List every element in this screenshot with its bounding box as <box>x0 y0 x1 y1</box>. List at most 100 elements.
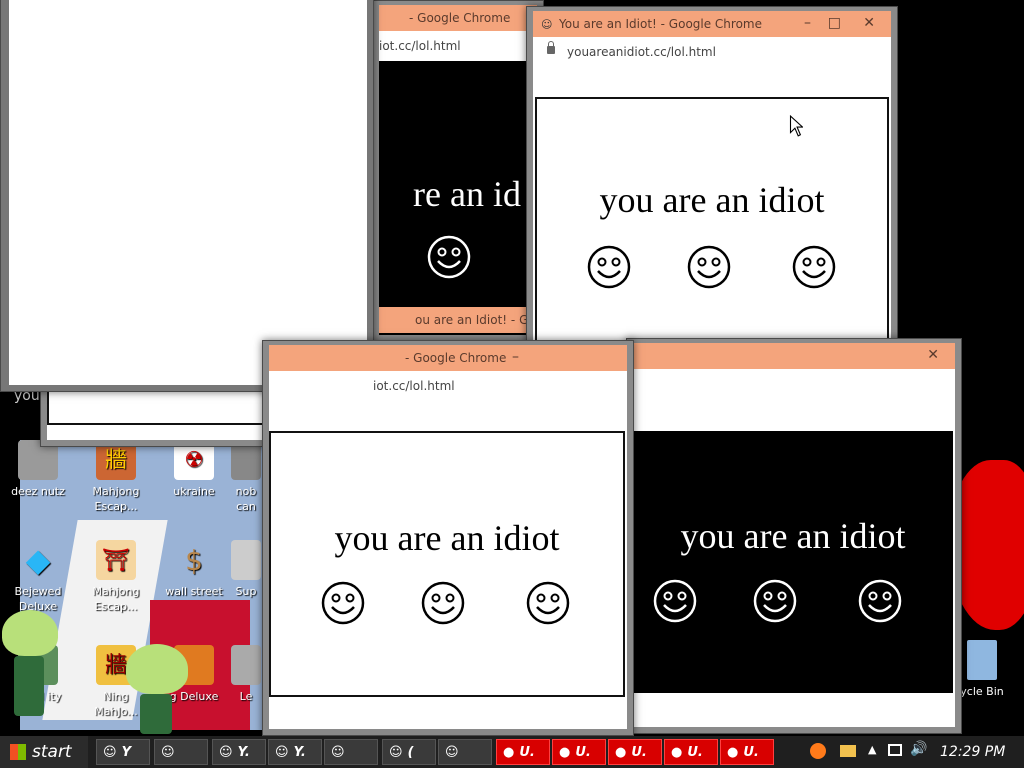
chrome-icon: ● <box>727 744 739 760</box>
start-button[interactable]: start <box>0 736 88 768</box>
address-bar[interactable]: iot.cc/lol.html <box>379 31 537 62</box>
taskbar-item[interactable]: ☺ <box>154 739 208 765</box>
titlebar[interactable]: ☺ You are an Idiot! - Google Chrome – □ … <box>533 11 891 37</box>
recycle-bin-icon <box>967 640 997 680</box>
idiot-message: re an id <box>413 174 521 214</box>
browser-window-bottom-right[interactable]: ✕ you are an idiot <box>626 338 962 734</box>
desktop-icon-mahjong-2[interactable]: ⛩ Mahjong Escap... <box>84 540 148 614</box>
desktop-icon-ukraine[interactable]: ☢ ukraine <box>162 440 226 499</box>
titlebar[interactable]: ✕ <box>633 343 955 369</box>
chrome-icon: ● <box>559 744 571 760</box>
idiot-message: you are an idiot <box>680 516 906 556</box>
titlebar[interactable]: - Google Chrome – <box>269 345 627 371</box>
idiot-panel: you are an idiot <box>269 431 625 697</box>
taskbar-item-red[interactable]: ● U. <box>552 739 606 765</box>
smiley-icon <box>526 581 570 625</box>
window-content: you are an idiot <box>269 401 627 729</box>
titlebar[interactable]: - Google Chrome <box>379 5 537 31</box>
browser-window-blank[interactable] <box>0 0 374 392</box>
desktop-icon-deez-nutz[interactable]: deez nutz <box>6 440 70 499</box>
system-tray: ▲ 🔊 12:29 PM <box>810 736 1024 768</box>
taskbar-item-red[interactable]: ● U. <box>664 739 718 765</box>
browser-window-bottom-center[interactable]: - Google Chrome – iot.cc/lol.html you ar… <box>262 340 634 736</box>
desktop-icon-nob-can[interactable]: nob can <box>226 440 266 514</box>
url-text: youareanidiot.cc/lol.html <box>567 45 716 59</box>
smiley-icon <box>858 579 902 623</box>
network-icon[interactable] <box>888 744 902 756</box>
taskbar-item[interactable]: ☺ Y. <box>268 739 322 765</box>
window-content: re an id <box>379 61 537 335</box>
mouse-cursor-icon <box>789 115 803 137</box>
taskbar-item-red[interactable]: ● U. <box>720 739 774 765</box>
taskbar-item-red[interactable]: ● U. <box>496 739 550 765</box>
windows-flag-icon <box>10 744 26 760</box>
clock[interactable]: 12:29 PM <box>940 744 1005 760</box>
address-bar[interactable]: youareanidiot.cc/lol.html <box>533 37 891 68</box>
smiley-icon <box>321 581 365 625</box>
smiley-icon: ☺ <box>103 744 117 760</box>
address-bar[interactable]: iot.cc/lol.html <box>269 371 627 402</box>
taskbar-item[interactable]: ☺ <box>324 739 378 765</box>
idiot-message: you are an idiot <box>599 180 825 220</box>
maximize-button[interactable]: □ <box>828 15 841 31</box>
taskbar: start ☺ Y ☺ ☺ Y. ☺ Y. ☺ ☺( ☺ ● U. ● U. ● U. ● U… <box>0 736 1024 768</box>
minimize-button[interactable]: – <box>512 349 519 365</box>
close-button[interactable]: ✕ <box>927 347 939 363</box>
smiley-icon <box>687 245 731 289</box>
app-icon <box>231 645 261 685</box>
folder-icon[interactable] <box>840 745 856 757</box>
idiot-panel: you are an idiot <box>535 97 889 363</box>
smiley-icon: ☺ <box>445 744 459 760</box>
taskbar-item[interactable]: ☺ <box>438 739 492 765</box>
character-sprite <box>2 610 60 720</box>
window-title: ou are an Idiot! - Go <box>415 313 536 327</box>
address-bar[interactable] <box>633 369 955 400</box>
chrome-icon: ● <box>503 744 515 760</box>
firefox-icon[interactable] <box>810 743 826 759</box>
desktop-icon-bejeweled[interactable]: ◆ Bejewed Deluxe <box>6 540 70 614</box>
window-title: You are an Idiot! - Google Chrome <box>559 17 762 31</box>
taskbar-item[interactable]: ☺ Y <box>96 739 150 765</box>
titlebar-lower[interactable]: ou are an Idiot! - Go <box>379 307 537 333</box>
volume-icon[interactable]: 🔊 <box>910 741 927 757</box>
desktop-icon-le[interactable]: Le <box>226 645 266 704</box>
idiot-panel: you are an idiot <box>633 431 953 693</box>
smiley-favicon-icon: ☺ <box>541 18 553 31</box>
taskbar-item[interactable]: ☺ Y. <box>212 739 266 765</box>
money-bag-icon: $ <box>185 543 203 577</box>
smiley-icon <box>653 579 697 623</box>
window-title: - Google Chrome <box>409 11 511 25</box>
smiley-icon <box>792 245 836 289</box>
window-content <box>9 0 367 385</box>
desktop-icon-wall-street[interactable]: $ wall street <box>162 540 226 599</box>
close-button[interactable]: ✕ <box>863 15 875 31</box>
gem-icon: ◆ <box>25 540 51 579</box>
app-icon <box>231 540 261 580</box>
taskbar-item-red[interactable]: ● U. <box>608 739 662 765</box>
lock-icon <box>547 41 555 54</box>
smiley-icon: ☺ <box>275 744 289 760</box>
window-title: - Google Chrome <box>405 351 507 365</box>
smiley-icon <box>427 235 471 279</box>
minimize-button[interactable]: – <box>804 15 811 31</box>
character-sprite <box>126 644 190 734</box>
desktop-icon-sup[interactable]: Sup <box>226 540 266 599</box>
chrome-icon: ● <box>671 744 683 760</box>
url-text: iot.cc/lol.html <box>379 39 461 53</box>
chrome-icon: ● <box>615 744 627 760</box>
smiley-icon: ☺ <box>161 744 175 760</box>
browser-window-mid[interactable]: - Google Chrome iot.cc/lol.html re an id… <box>372 0 544 342</box>
desktop-icon-mahjong[interactable]: 牆 Mahjong Escap... <box>84 440 148 514</box>
window-content: you are an idiot <box>633 399 955 727</box>
url-text: iot.cc/lol.html <box>373 379 455 393</box>
smiley-icon <box>587 245 631 289</box>
idiot-message: you are an idiot <box>334 518 560 558</box>
chevron-up-icon[interactable]: ▲ <box>868 743 876 756</box>
smiley-icon: ☺ <box>219 744 233 760</box>
smiley-icon: ☺ <box>389 744 403 760</box>
start-label: start <box>32 742 72 762</box>
smiley-icon: ☺ <box>331 744 345 760</box>
taskbar-item[interactable]: ☺( <box>382 739 436 765</box>
smiley-icon <box>753 579 797 623</box>
idiot-panel: re an id <box>409 87 537 297</box>
